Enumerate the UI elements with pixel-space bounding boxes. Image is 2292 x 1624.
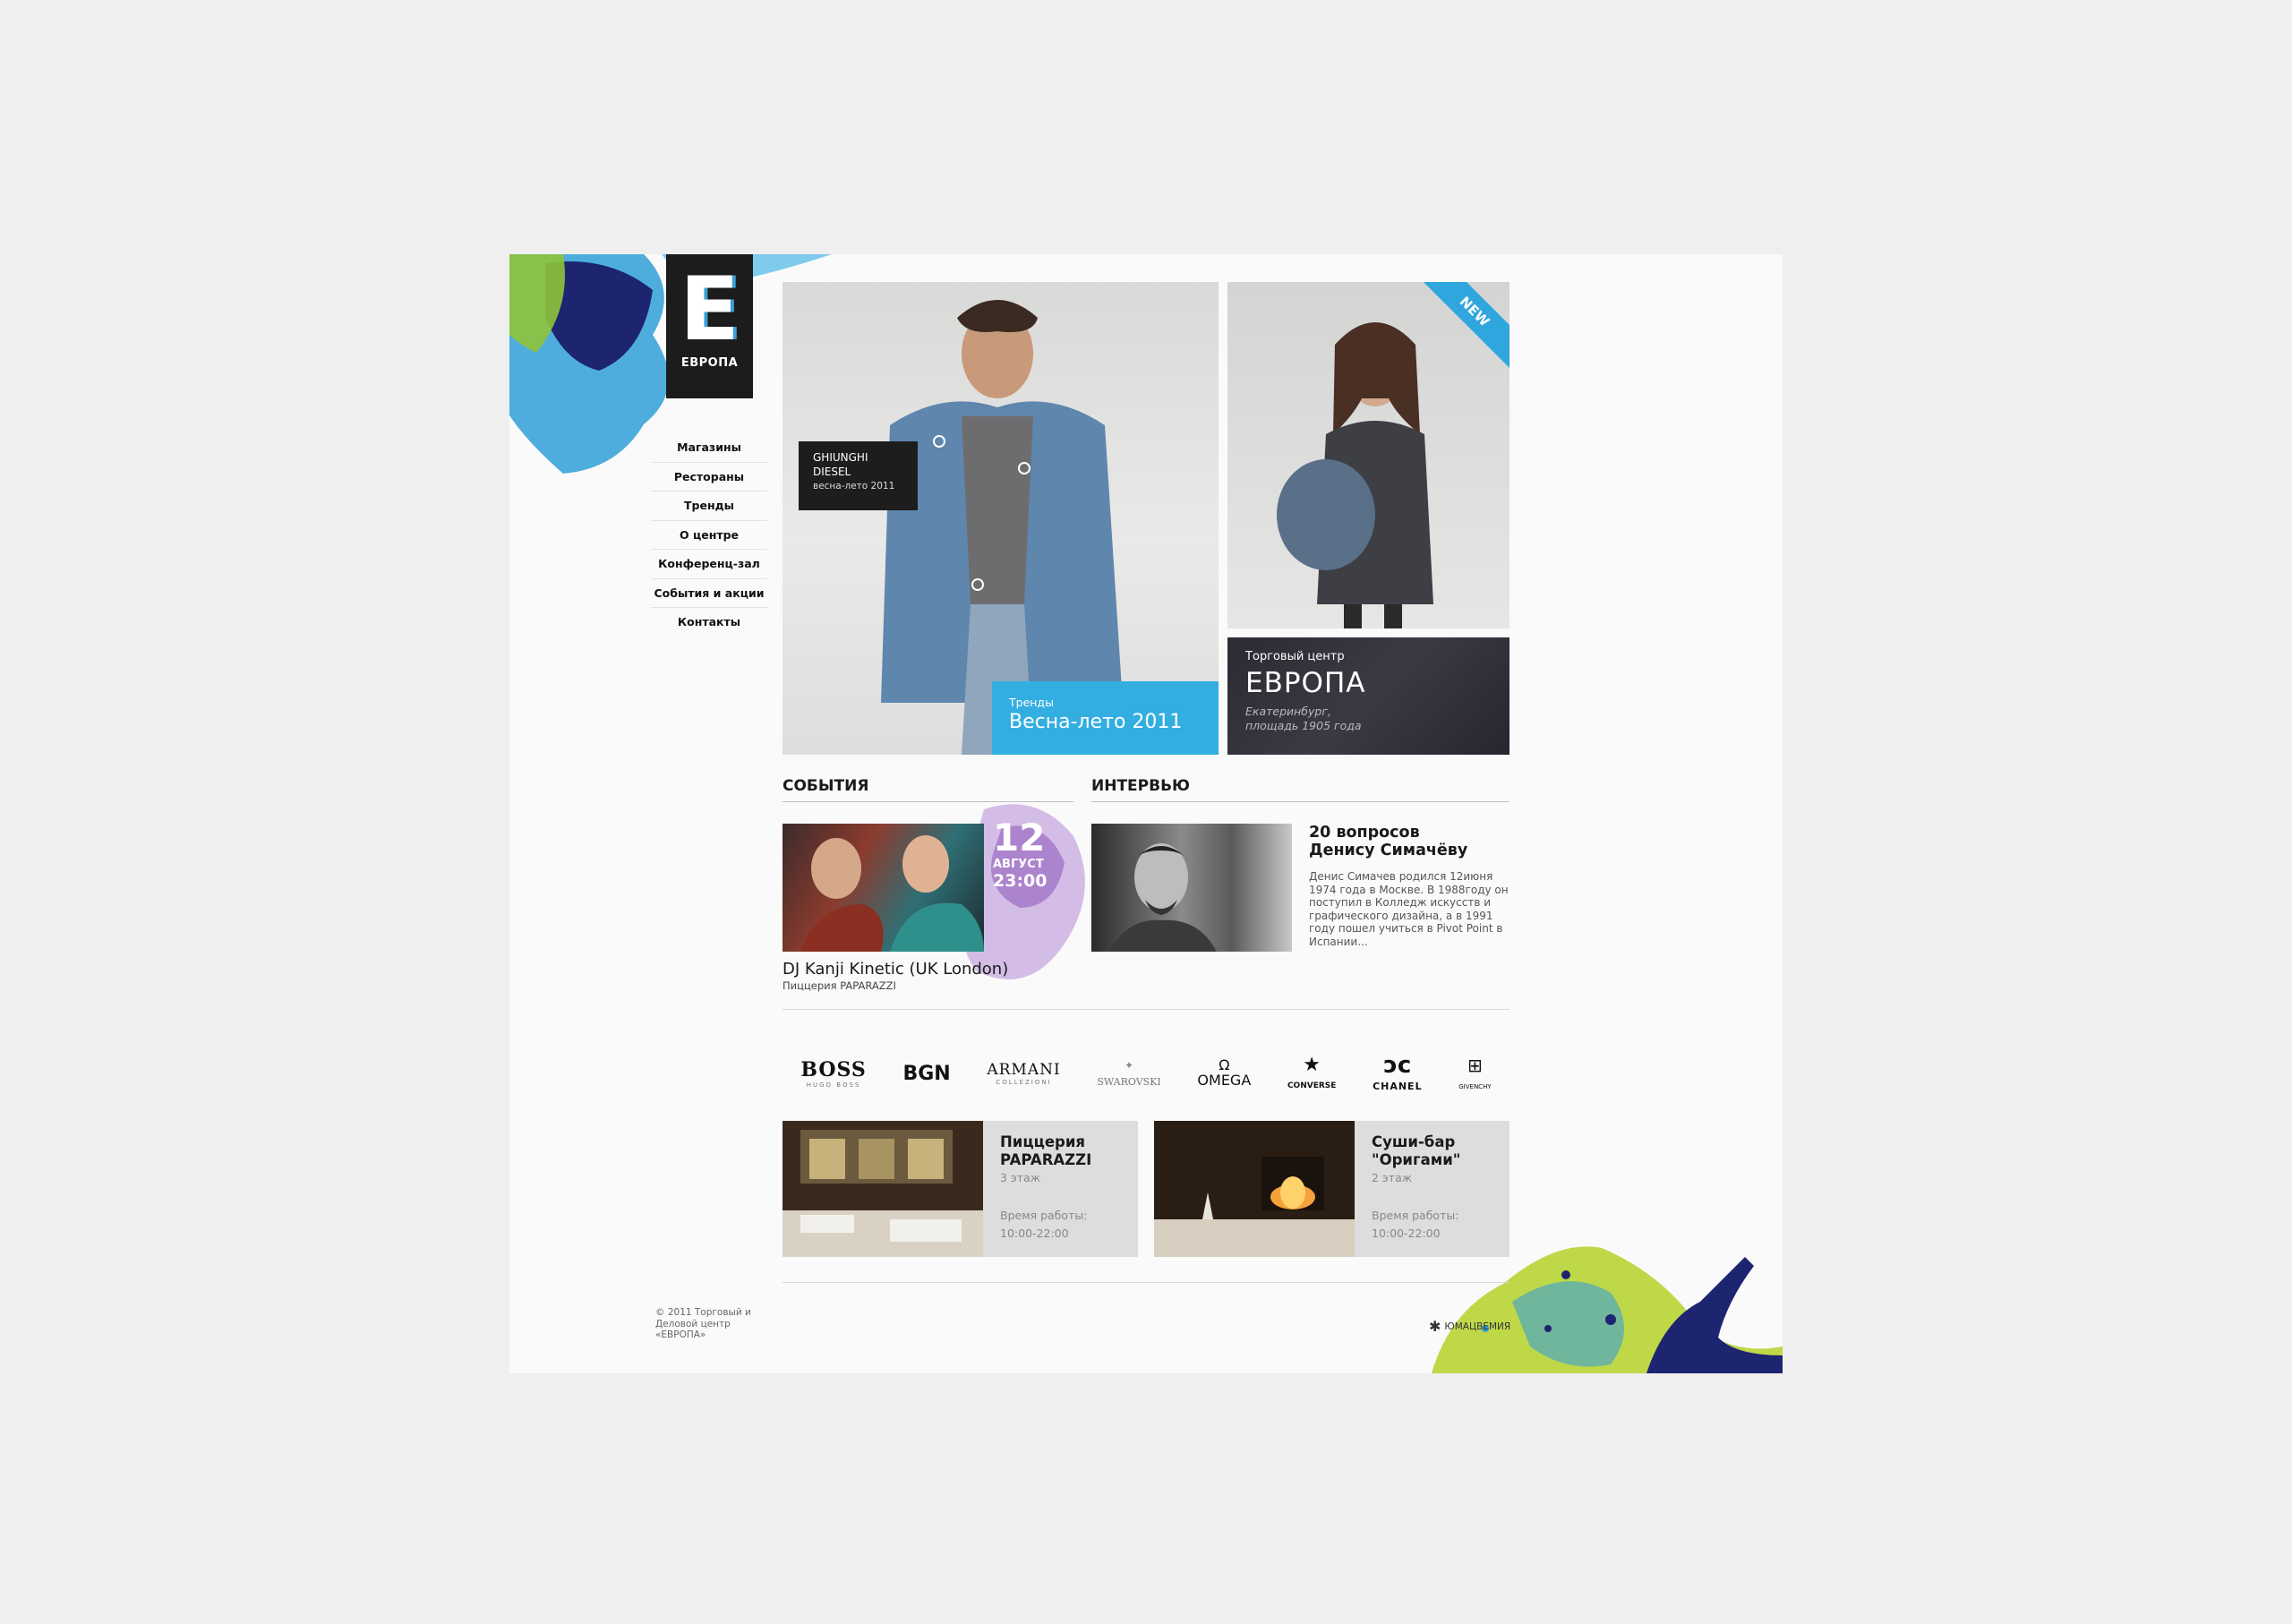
model-photo-woman <box>1277 322 1433 628</box>
nav-item-about[interactable]: О центре <box>651 521 767 550</box>
tag-line-brand2: DIESEL <box>813 466 851 478</box>
restaurant-card-paparazzi[interactable]: Пиццерия PAPARAZZI 3 этаж Время работы: … <box>783 1121 1138 1257</box>
brand-bgn[interactable]: BGN <box>902 1063 950 1085</box>
restaurant-hours: Время работы: 10:00-22:00 <box>1000 1207 1087 1243</box>
restaurant-photo-paparazzi <box>783 1121 983 1257</box>
brand-chanel-name: CHANEL <box>1373 1080 1423 1092</box>
interview-excerpt: Денис Симачев родился 12июня 1974 года в… <box>1309 870 1509 948</box>
restaurant-hours-label: Время работы: <box>1000 1209 1088 1222</box>
brand-armani-name: ARMANI <box>987 1061 1061 1079</box>
brand-omega[interactable]: Ω OMEGA <box>1197 1056 1252 1089</box>
logo-letter: E <box>680 259 740 361</box>
site-logo[interactable]: E ЕВРОПА <box>666 254 753 398</box>
mall-address-line2: площадь 1905 года <box>1245 719 1362 732</box>
brand-bgn-name: BGN <box>902 1062 951 1085</box>
interview-photo-man <box>1109 843 1217 952</box>
chanel-cc-icon: ↄc <box>1383 1051 1412 1079</box>
nav-item-restaurants[interactable]: Рестораны <box>651 463 767 491</box>
restaurant-name-line2: "Оригами" <box>1372 1151 1461 1168</box>
nav-item-shops[interactable]: Магазины <box>651 433 767 463</box>
nav-item-trends[interactable]: Тренды <box>651 491 767 521</box>
mall-info-banner[interactable]: Торговый центр ЕВРОПА Екатеринбург, площ… <box>1227 637 1509 755</box>
event-time: 23:00 <box>993 871 1048 891</box>
restaurant-hours: Время работы: 10:00-22:00 <box>1372 1207 1458 1243</box>
trends-caption-small: Тренды <box>1009 696 1054 709</box>
event-place: Пиццерия PAPARAZZI <box>783 979 896 992</box>
event-photo-people <box>800 835 984 952</box>
copyright-line3: «ЕВРОПА» <box>655 1329 706 1340</box>
interview-section-title[interactable]: ИНТЕРВЬЮ <box>1091 777 1509 802</box>
brand-chanel[interactable]: ↄc CHANEL <box>1373 1051 1423 1093</box>
brand-armani[interactable]: ARMANI COLLEZIONI <box>987 1061 1060 1086</box>
hero-banner-new[interactable]: NEW <box>1227 282 1509 628</box>
restaurant-name-line1: Суши-бар <box>1372 1133 1456 1150</box>
mall-name: ЕВРОПА <box>1245 667 1366 699</box>
interview-headline-line2: Денису Симачёву <box>1309 842 1468 859</box>
event-date-badge: 12 АВГУСТ 23:00 <box>993 816 1048 892</box>
restaurant-photo-origami <box>1154 1121 1355 1257</box>
interview-photo[interactable] <box>1091 824 1292 952</box>
omega-icon: Ω <box>1219 1056 1230 1073</box>
event-day: 12 <box>993 816 1046 859</box>
brand-swarovski[interactable]: ✦ SWAROVSKI <box>1097 1059 1160 1089</box>
events-section-title[interactable]: СОБЫТИЯ <box>783 777 1073 802</box>
tag-line-brand1: GHIUNGHI <box>813 451 868 464</box>
developer-name: ЮМАЦВЕМИЯ <box>1444 1321 1511 1332</box>
mall-address-line1: Екатеринбург, <box>1245 705 1331 718</box>
website-page: E ЕВРОПА Магазины Рестораны Тренды О цен… <box>509 254 1783 1373</box>
restaurant-hours-value: 10:00-22:00 <box>1372 1227 1441 1240</box>
footer-copyright: © 2011 Торговый и Деловой центр «ЕВРОПА» <box>655 1307 772 1341</box>
brand-boss-sub: HUGO BOSS <box>806 1081 861 1089</box>
restaurant-floor: 2 этаж <box>1372 1171 1412 1184</box>
brand-swarovski-name: SWAROVSKI <box>1097 1075 1161 1088</box>
trends-caption-title: Весна-лето 2011 <box>1009 711 1183 733</box>
main-nav: Магазины Рестораны Тренды О центре Конфе… <box>651 433 767 637</box>
interview-headline[interactable]: 20 вопросов Денису Симачёву <box>1309 824 1467 859</box>
restaurant-name-line2: PAPARAZZI <box>1000 1151 1092 1168</box>
brand-converse[interactable]: ★ CONVERSE <box>1287 1053 1337 1091</box>
trends-caption[interactable]: Тренды Весна-лето 2011 <box>992 681 1219 755</box>
flower-icon: ✱ <box>1429 1318 1441 1335</box>
footer-divider <box>783 1282 1509 1283</box>
brand-boss-name: BOSS <box>800 1058 867 1081</box>
brand-givenchy-name: GIVENCHY <box>1458 1082 1492 1090</box>
product-tag[interactable]: GHIUNGHI DIESEL весна-лето 2011 <box>799 441 918 510</box>
restaurant-floor: 3 этаж <box>1000 1171 1040 1184</box>
tag-line-season: весна-лето 2011 <box>813 481 895 491</box>
givenchy-icon: ⊞ <box>1467 1054 1483 1076</box>
copyright-line2: Деловой центр <box>655 1318 731 1329</box>
event-photo[interactable] <box>783 824 984 952</box>
nav-item-contacts[interactable]: Контакты <box>651 608 767 637</box>
event-month: АВГУСТ <box>993 858 1044 871</box>
brand-omega-name: OMEGA <box>1197 1071 1252 1089</box>
swan-icon: ✦ <box>1125 1058 1134 1072</box>
restaurant-hours-value: 10:00-22:00 <box>1000 1227 1069 1240</box>
restaurant-name-line1: Пиццерия <box>1000 1133 1085 1150</box>
brand-logos: BOSS HUGO BOSS BGN ARMANI COLLEZIONI ✦ S… <box>783 1042 1509 1105</box>
restaurant-name-paparazzi: Пиццерия PAPARAZZI <box>1000 1133 1091 1169</box>
brand-converse-name: CONVERSE <box>1287 1081 1337 1090</box>
brand-armani-sub: COLLEZIONI <box>996 1079 1052 1086</box>
star-icon: ★ <box>1303 1053 1321 1076</box>
hero-banner-trends[interactable]: GHIUNGHI DIESEL весна-лето 2011 Тренды В… <box>783 282 1219 755</box>
restaurant-name-origami: Суши-бар "Оригами" <box>1372 1133 1460 1169</box>
nav-item-conference[interactable]: Конференц-зал <box>651 550 767 579</box>
event-title[interactable]: DJ Kanji Kinetic (UK London) <box>783 960 1008 979</box>
copyright-line1: © 2011 Торговый и <box>655 1307 751 1318</box>
interview-headline-line1: 20 вопросов <box>1309 824 1420 842</box>
mall-label: Торговый центр <box>1245 650 1345 663</box>
restaurant-card-origami[interactable]: Суши-бар "Оригами" 2 этаж Время работы: … <box>1154 1121 1509 1257</box>
restaurant-hours-label: Время работы: <box>1372 1209 1459 1222</box>
brand-boss[interactable]: BOSS HUGO BOSS <box>800 1058 866 1089</box>
nav-item-events[interactable]: События и акции <box>651 579 767 608</box>
brand-givenchy[interactable]: ⊞ GIVENCHY <box>1458 1056 1491 1092</box>
divider <box>783 1009 1509 1010</box>
developer-credit[interactable]: ✱ ЮМАЦВЕМИЯ <box>1429 1318 1510 1335</box>
